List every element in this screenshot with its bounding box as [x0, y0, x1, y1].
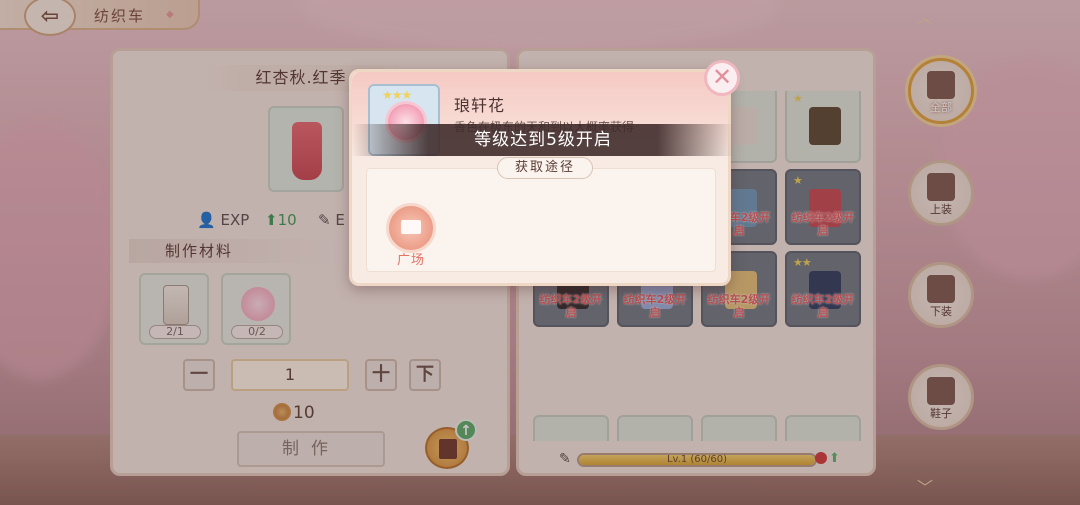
source-plaza[interactable]: 广场 — [383, 203, 439, 268]
close-icon: ✕ — [711, 63, 733, 91]
item-info-modal: ★★★ 琅轩花 香色在极东的天和到以大概率获得 等级达到5级开启 ✕ 获取途径 … — [349, 60, 740, 286]
item-name: 琅轩花 — [454, 96, 506, 115]
locked-message: 等级达到5级开启 — [352, 124, 734, 156]
rarity-stars-icon: ★★★ — [382, 88, 412, 102]
close-button[interactable]: ✕ — [704, 60, 740, 96]
source-header: 获取途径 — [497, 157, 593, 179]
plaza-icon — [386, 203, 436, 253]
source-box: 获取途径 广场 — [366, 157, 716, 272]
